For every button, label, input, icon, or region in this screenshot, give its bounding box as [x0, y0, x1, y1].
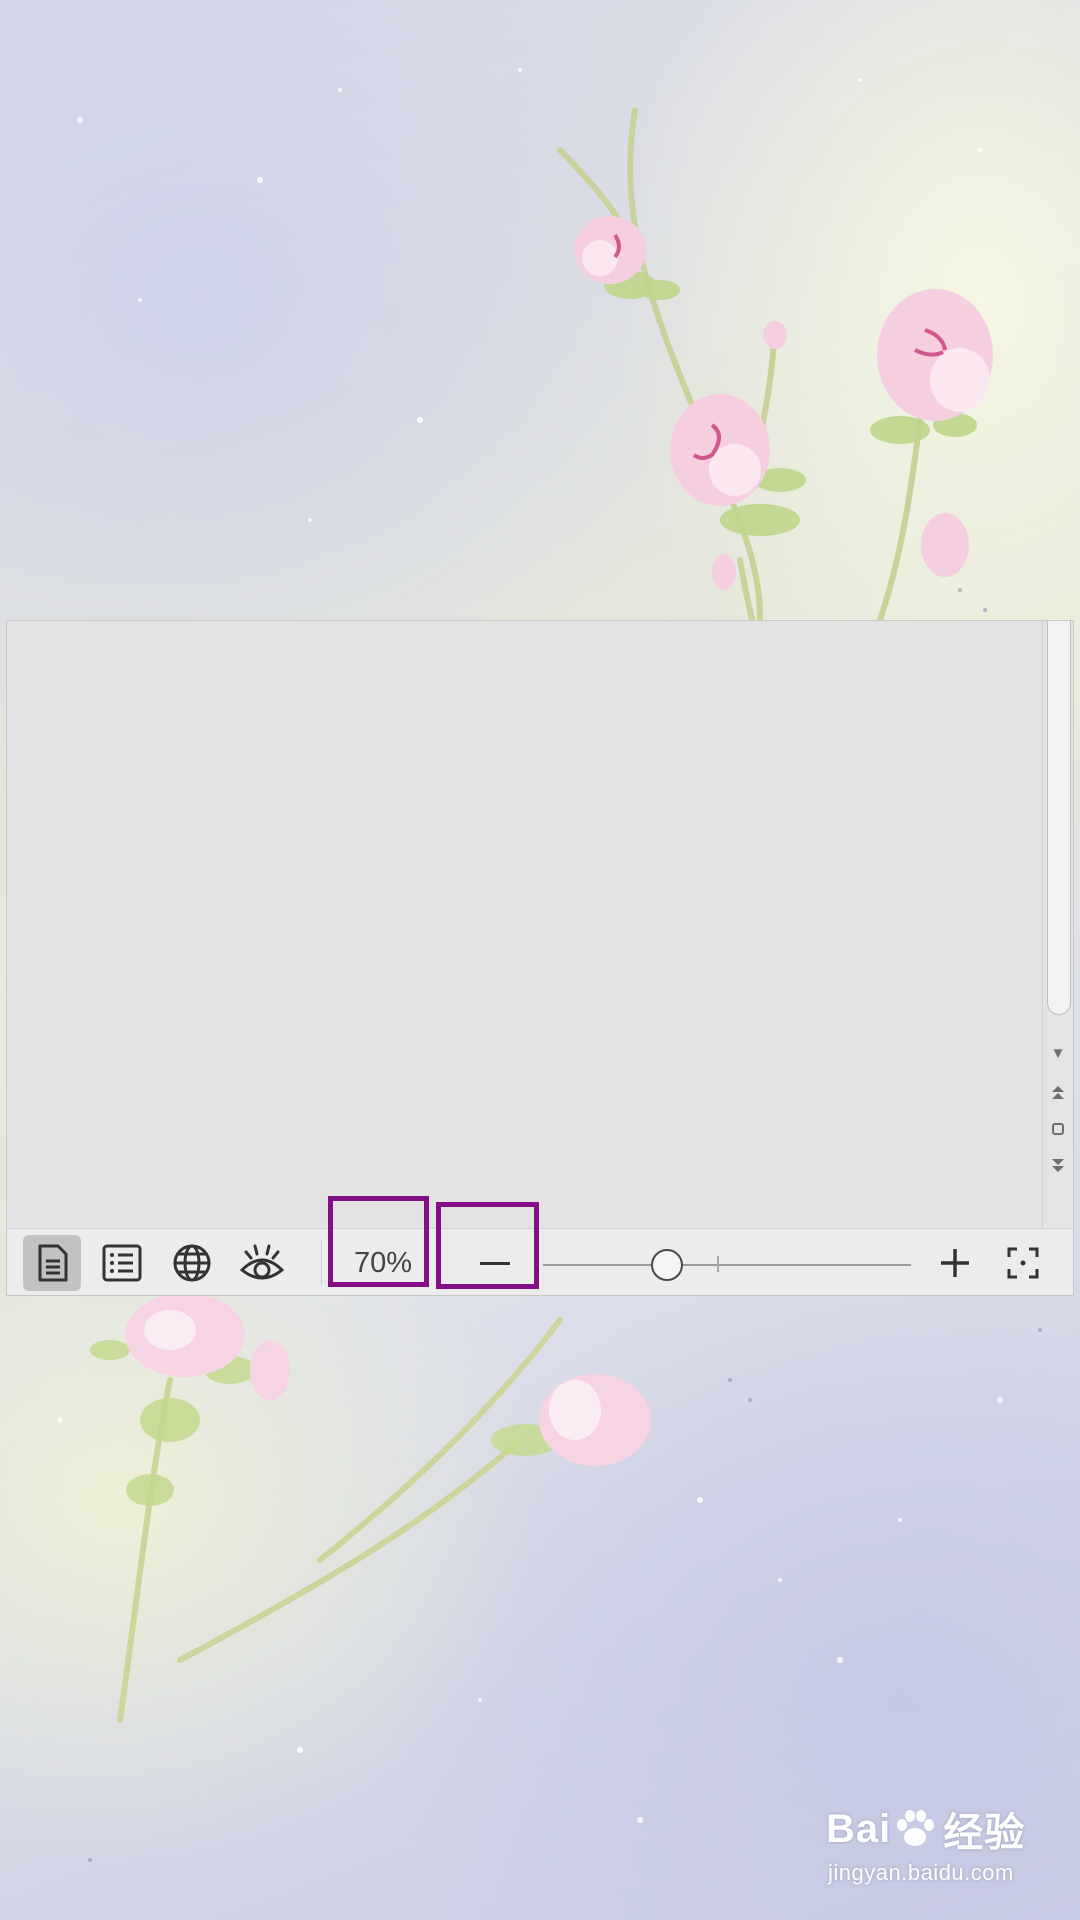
baidu-jingyan-watermark: Bai 经验 jingyan.baidu.com — [826, 1800, 1066, 1900]
fit-screen-icon — [1007, 1247, 1039, 1279]
zoom-slider[interactable] — [543, 1264, 911, 1266]
document-window: ▼ 70% — [6, 620, 1074, 1296]
reading-mode-button[interactable] — [233, 1235, 291, 1291]
outline-list-icon — [102, 1244, 142, 1282]
vertical-scrollbar[interactable]: ▼ — [1042, 621, 1073, 1229]
previous-page-icon[interactable] — [1043, 1079, 1073, 1107]
outline-view-button[interactable] — [93, 1235, 151, 1291]
zoom-slider-thumb[interactable] — [650, 1249, 683, 1281]
browse-object-icon[interactable] — [1043, 1115, 1073, 1143]
watermark-brand-right: 经验 — [943, 1811, 1026, 1855]
down-arrow-icon[interactable]: ▼ — [1043, 1039, 1073, 1067]
watermark-url: jingyan.baidu.com — [828, 1860, 1014, 1885]
document-canvas[interactable] — [7, 621, 1043, 1229]
next-page-icon[interactable] — [1043, 1151, 1073, 1179]
page-view-button[interactable] — [23, 1235, 81, 1291]
minus-icon — [480, 1261, 510, 1265]
fit-to-window-button[interactable] — [1001, 1241, 1045, 1285]
scrollbar-thumb[interactable] — [1047, 621, 1071, 1015]
paw-icon — [897, 1810, 935, 1846]
document-icon — [38, 1244, 68, 1282]
status-bar: 70% — [7, 1228, 1073, 1295]
plus-icon — [941, 1249, 969, 1277]
zoom-out-button[interactable] — [447, 1237, 543, 1289]
eye-icon — [239, 1244, 285, 1280]
zoom-level[interactable]: 70% — [343, 1237, 423, 1289]
statusbar-divider — [321, 1239, 322, 1285]
zoom-slider-100-tick — [717, 1256, 719, 1272]
zoom-in-button[interactable] — [933, 1241, 977, 1285]
watermark-brand-left: Bai — [826, 1806, 892, 1851]
web-view-button[interactable] — [163, 1235, 221, 1291]
globe-icon — [173, 1244, 211, 1282]
